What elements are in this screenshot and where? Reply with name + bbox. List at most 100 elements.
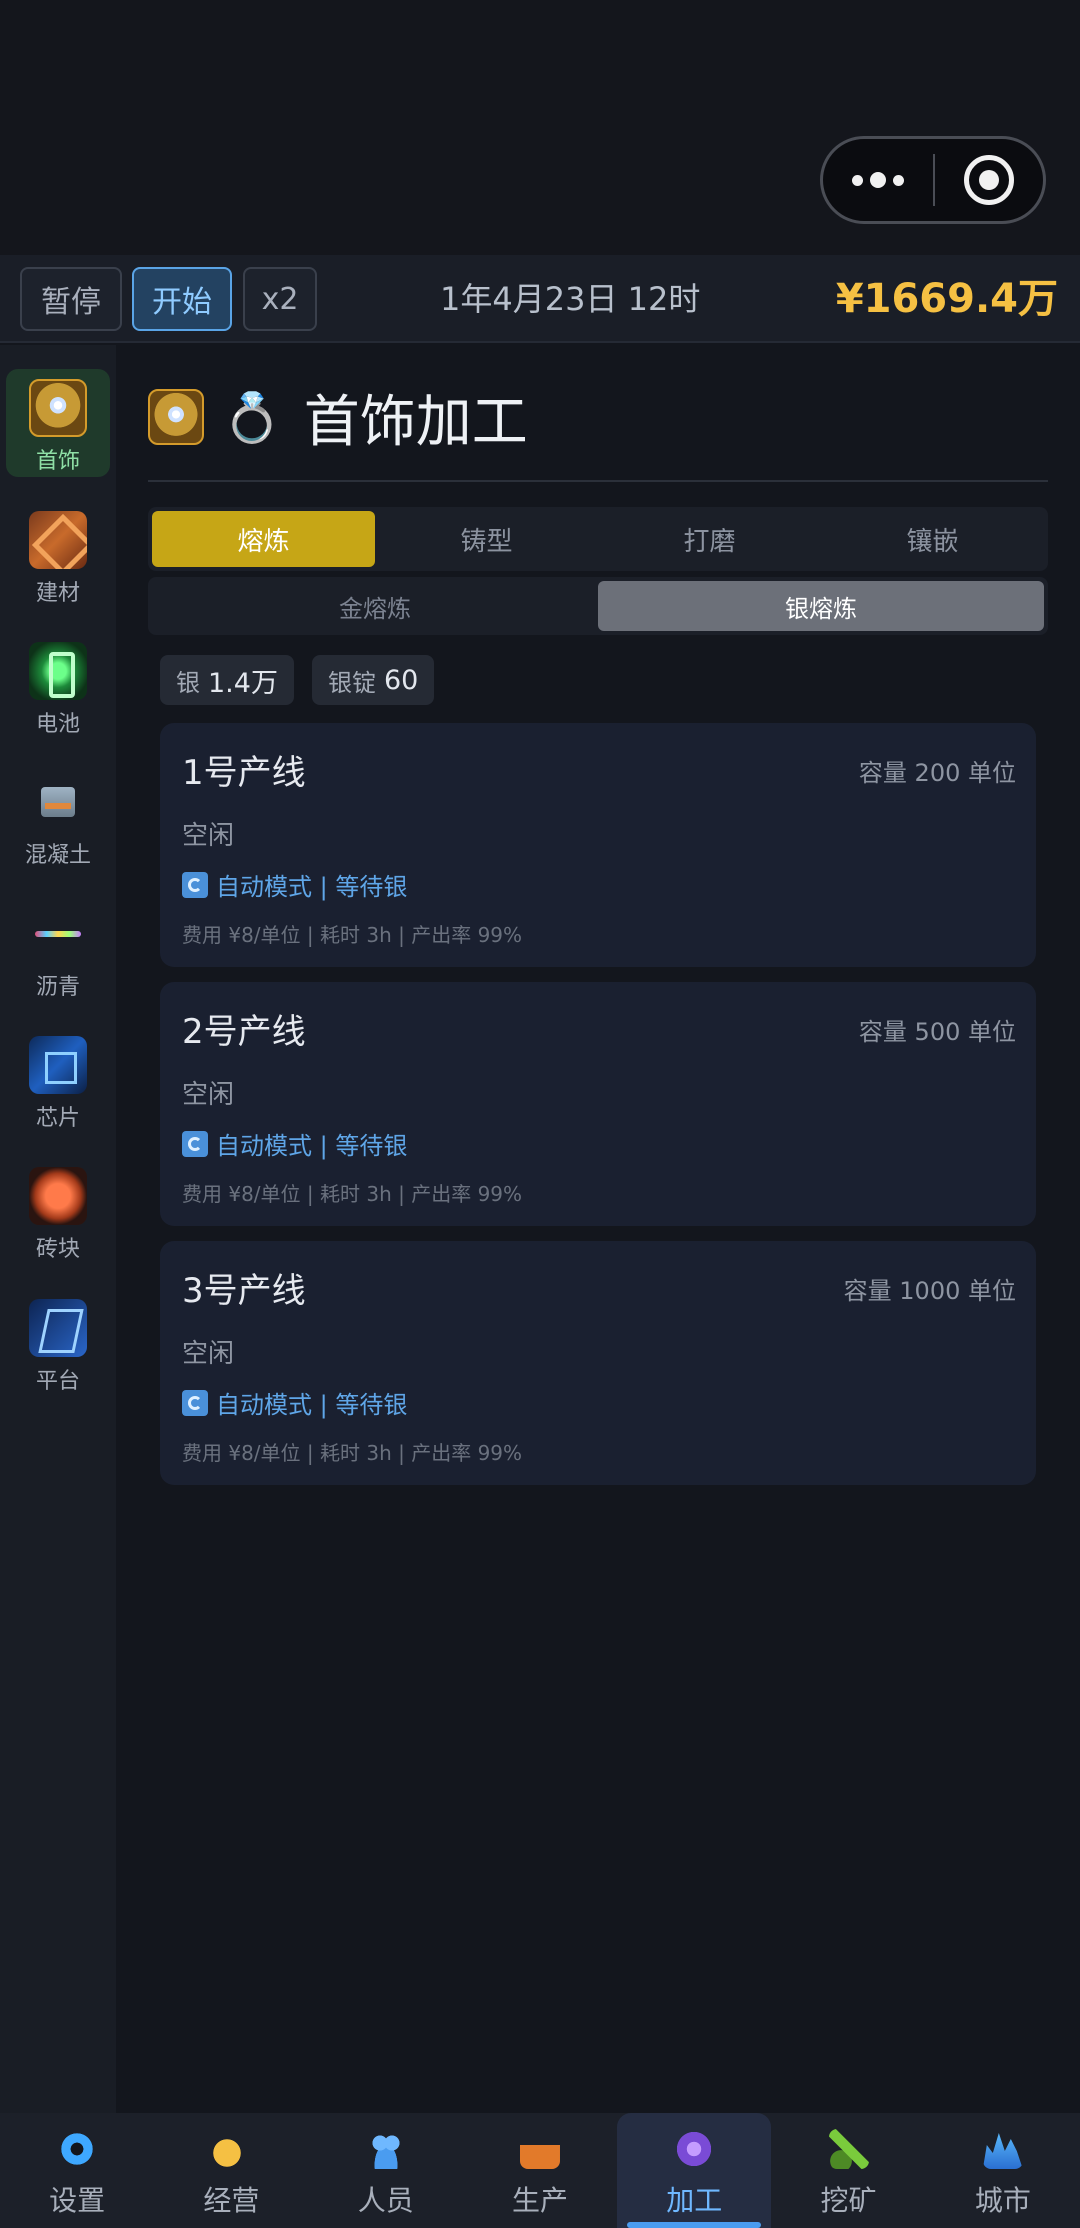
sidebar-item-building-material[interactable]: 建材 bbox=[6, 501, 110, 609]
nav-label: 挖矿 bbox=[820, 2184, 877, 2217]
game-date: 1年4月23日 12时 bbox=[440, 280, 701, 318]
sidebar-item-label: 砖块 bbox=[35, 1237, 80, 1262]
nav-label: 城市 bbox=[974, 2184, 1031, 2217]
sidebar-item-label: 首饰 bbox=[35, 449, 80, 474]
sidebar-item-label: 沥青 bbox=[35, 975, 80, 1000]
auto-mode-icon bbox=[182, 1389, 208, 1416]
resource-chip-silver: 银 1.4万 bbox=[160, 655, 294, 705]
active-indicator bbox=[627, 2222, 762, 2228]
production-line-card[interactable]: 3号产线 容量 1000 单位 空闲 自动模式 | 等待银 费用 ¥8/单位 |… bbox=[160, 1241, 1036, 1485]
production-line-card[interactable]: 2号产线 容量 500 单位 空闲 自动模式 | 等待银 费用 ¥8/单位 | … bbox=[160, 982, 1036, 1226]
subtab-gold-smelting[interactable]: 金熔炼 bbox=[152, 581, 598, 631]
building-material-icon bbox=[29, 511, 87, 569]
sidebar-item-label: 芯片 bbox=[35, 1106, 80, 1131]
line-mode-text: 自动模式 | 等待银 bbox=[216, 1132, 408, 1160]
subtab-silver-smelting[interactable]: 银熔炼 bbox=[598, 581, 1044, 631]
tab-casting[interactable]: 铸型 bbox=[375, 511, 598, 567]
tab-polishing[interactable]: 打磨 bbox=[598, 511, 821, 567]
more-options-icon[interactable] bbox=[823, 172, 933, 188]
sidebar-item-label: 混凝土 bbox=[24, 843, 91, 868]
line-mode-text: 自动模式 | 等待银 bbox=[216, 873, 408, 901]
jewelry-icon bbox=[148, 389, 204, 445]
bottom-nav: 设置 经营 人员 生产 加工 挖矿 城市 bbox=[0, 2113, 1080, 2228]
line-name: 1号产线 bbox=[182, 753, 306, 793]
resource-name: 银 bbox=[176, 668, 200, 697]
start-button[interactable]: 开始 bbox=[132, 267, 232, 331]
factory-icon bbox=[519, 2129, 560, 2169]
line-mode-text: 自动模式 | 等待银 bbox=[216, 1391, 408, 1419]
sidebar-item-jewelry[interactable]: 首饰 bbox=[6, 369, 110, 477]
concrete-icon bbox=[29, 773, 87, 831]
line-state: 空闲 bbox=[182, 821, 235, 851]
nav-item-settings[interactable]: 设置 bbox=[0, 2113, 154, 2228]
nav-item-staff[interactable]: 人员 bbox=[309, 2113, 463, 2228]
nav-item-business[interactable]: 经营 bbox=[154, 2113, 308, 2228]
battery-icon bbox=[29, 642, 87, 700]
production-line-card[interactable]: 1号产线 容量 200 单位 空闲 自动模式 | 等待银 费用 ¥8/单位 | … bbox=[160, 723, 1036, 967]
sidebar-item-concrete[interactable]: 混凝土 bbox=[6, 763, 110, 871]
gear-icon bbox=[57, 2129, 98, 2169]
sidebar-item-label: 平台 bbox=[35, 1369, 80, 1394]
nav-item-mining[interactable]: 挖矿 bbox=[771, 2113, 925, 2228]
platform-icon bbox=[29, 1299, 87, 1357]
line-capacity: 容量 1000 单位 bbox=[843, 1277, 1016, 1305]
sidebar-item-battery[interactable]: 电池 bbox=[6, 632, 110, 740]
nav-item-processing[interactable]: 加工 bbox=[617, 2113, 772, 2228]
processing-icon bbox=[674, 2129, 715, 2169]
resource-chip-silver-ingot: 银锭 60 bbox=[311, 655, 435, 705]
auto-mode-icon bbox=[182, 871, 208, 898]
line-stats: 费用 ¥8/单位 | 耗时 3h | 产出率 99% bbox=[182, 1441, 523, 1465]
line-mode: 自动模式 | 等待银 bbox=[182, 1385, 407, 1420]
nav-label: 加工 bbox=[666, 2184, 723, 2217]
people-icon bbox=[365, 2129, 406, 2169]
line-capacity: 容量 500 单位 bbox=[858, 1018, 1016, 1046]
resource-row: 银 1.4万 银锭 60 bbox=[160, 655, 435, 705]
tab-smelting[interactable]: 熔炼 bbox=[152, 511, 375, 567]
page-title: 首饰加工 bbox=[303, 389, 528, 455]
page-header: 💍 首饰加工 bbox=[148, 385, 528, 455]
nav-label: 设置 bbox=[49, 2184, 106, 2217]
nav-label: 人员 bbox=[357, 2184, 414, 2217]
tab-setting[interactable]: 镶嵌 bbox=[821, 511, 1044, 567]
money-display: ¥1669.4万 bbox=[835, 276, 1058, 322]
line-stats: 费用 ¥8/单位 | 耗时 3h | 产出率 99% bbox=[182, 1182, 523, 1206]
resource-value: 60 bbox=[383, 664, 419, 696]
resource-value: 1.4万 bbox=[208, 667, 278, 699]
line-stats: 费用 ¥8/单位 | 耗时 3h | 产出率 99% bbox=[182, 923, 523, 947]
line-mode: 自动模式 | 等待银 bbox=[182, 867, 407, 902]
nav-label: 经营 bbox=[203, 2184, 260, 2217]
ring-icon: 💍 bbox=[222, 389, 282, 446]
process-tabs: 熔炼 铸型 打磨 镶嵌 bbox=[148, 507, 1048, 571]
jewelry-icon bbox=[29, 379, 87, 437]
line-state: 空闲 bbox=[182, 1080, 235, 1110]
sidebar-item-chip[interactable]: 芯片 bbox=[6, 1026, 110, 1134]
nav-item-production[interactable]: 生产 bbox=[463, 2113, 617, 2228]
line-state: 空闲 bbox=[182, 1339, 235, 1369]
chip-icon bbox=[29, 1036, 87, 1094]
sidebar-item-asphalt[interactable]: 沥青 bbox=[6, 895, 110, 1003]
sidebar-item-label: 建材 bbox=[35, 581, 80, 606]
miniprogram-capsule bbox=[820, 136, 1046, 224]
sidebar-item-platform[interactable]: 平台 bbox=[6, 1289, 110, 1397]
control-bar: 暂停 开始 x2 1年4月23日 12时 ¥1669.4万 bbox=[0, 255, 1080, 343]
line-mode: 自动模式 | 等待银 bbox=[182, 1126, 407, 1161]
brick-icon bbox=[29, 1167, 87, 1225]
asphalt-icon bbox=[29, 905, 87, 963]
category-sidebar: 首饰 建材 电池 混凝土 沥青 芯片 砖块 平台 bbox=[0, 345, 116, 2113]
main-panel: 💍 首饰加工 熔炼 铸型 打磨 镶嵌 金熔炼 银熔炼 银 1.4万 银锭 60 … bbox=[116, 345, 1080, 2113]
nav-item-city[interactable]: 城市 bbox=[926, 2113, 1080, 2228]
resource-name: 银锭 bbox=[327, 668, 376, 697]
smelting-subtabs: 金熔炼 银熔炼 bbox=[148, 577, 1048, 635]
speed-button[interactable]: x2 bbox=[243, 267, 317, 331]
sidebar-item-label: 电池 bbox=[35, 712, 80, 737]
pause-button[interactable]: 暂停 bbox=[20, 267, 122, 331]
auto-mode-icon bbox=[182, 1130, 208, 1157]
status-area bbox=[0, 0, 1080, 255]
close-miniprogram-icon[interactable] bbox=[935, 155, 1043, 205]
city-icon bbox=[982, 2133, 1023, 2169]
business-icon bbox=[211, 2129, 252, 2169]
line-capacity: 容量 200 单位 bbox=[858, 759, 1016, 787]
mining-icon bbox=[828, 2129, 869, 2169]
sidebar-item-brick[interactable]: 砖块 bbox=[6, 1157, 110, 1265]
line-name: 2号产线 bbox=[182, 1012, 306, 1052]
